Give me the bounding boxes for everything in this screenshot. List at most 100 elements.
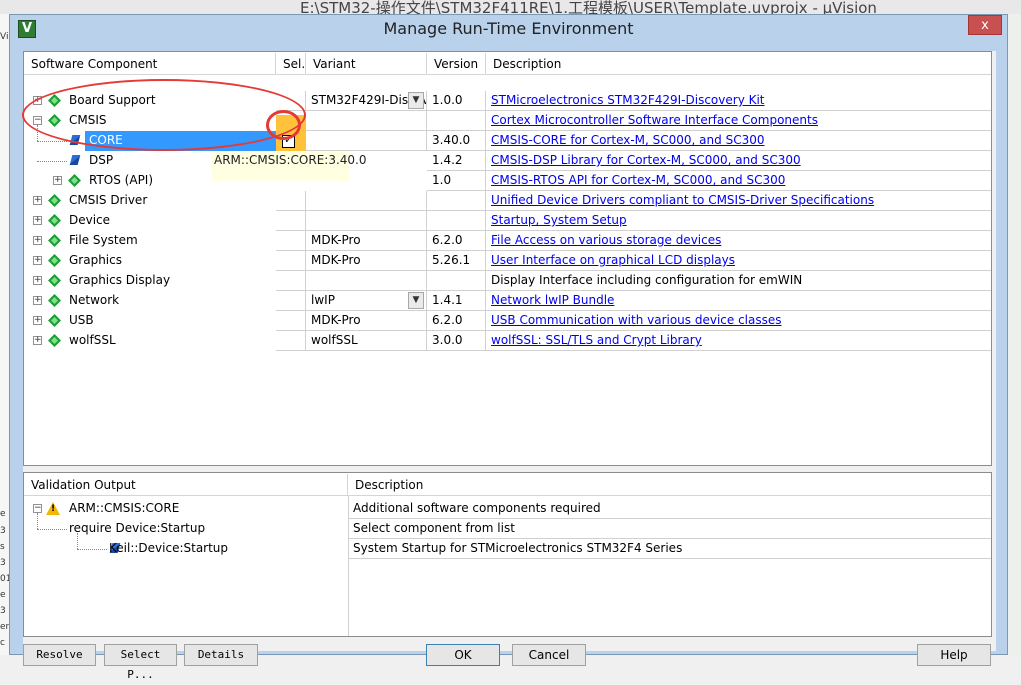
sel-cell: [276, 191, 306, 211]
edge-text: er: [0, 622, 10, 632]
component-gem-icon: [48, 314, 61, 327]
description-link[interactable]: Network lwIP Bundle: [491, 293, 614, 307]
help-button[interactable]: Help: [917, 644, 991, 666]
expand-icon[interactable]: +: [33, 196, 42, 205]
component-row-file-system[interactable]: + File System MDK-Pro 6.2.0 File Access …: [24, 231, 991, 251]
ok-button[interactable]: OK: [426, 644, 500, 666]
variant-cell: MDK-Pro: [306, 251, 427, 271]
variant-cell: [306, 111, 427, 131]
validation-row[interactable]: − ! ARM::CMSIS:CORE Additional software …: [24, 499, 991, 519]
component-gem-icon: [48, 214, 61, 227]
validation-description: Select component from list: [348, 519, 991, 539]
cancel-button[interactable]: Cancel: [512, 644, 586, 666]
dialog-title: Manage Run-Time Environment: [383, 19, 634, 38]
tree-line: [37, 513, 38, 529]
description-cell: CMSIS-DSP Library for Cortex-M, SC000, a…: [486, 151, 991, 171]
component-name: Device: [69, 213, 111, 227]
collapse-icon[interactable]: −: [33, 504, 42, 513]
tree-line: [37, 161, 67, 162]
description-cell: wolfSSL: SSL/TLS and Crypt Library: [486, 331, 991, 351]
edge-text: e: [0, 509, 6, 519]
description-link[interactable]: CMSIS-RTOS API for Cortex-M, SC000, and …: [491, 173, 785, 187]
component-name: Graphics Display: [69, 273, 171, 287]
validation-description: Additional software components required: [348, 499, 991, 519]
edge-text: s: [0, 542, 5, 552]
component-row-graphics-display[interactable]: + Graphics Display Display Interface inc…: [24, 271, 991, 291]
component-gem-icon: [48, 234, 61, 247]
version-cell: [427, 271, 486, 291]
variant-cell: MDK-Pro: [306, 311, 427, 331]
chevron-down-icon[interactable]: ▼: [408, 92, 424, 109]
expand-icon[interactable]: +: [33, 276, 42, 285]
variant-cell: [306, 211, 427, 231]
description-link[interactable]: CMSIS-DSP Library for Cortex-M, SC000, a…: [491, 153, 801, 167]
description-cell: User Interface on graphical LCD displays: [486, 251, 991, 271]
close-icon: x: [981, 18, 989, 33]
component-name: DSP: [89, 153, 114, 167]
column-header-software-component[interactable]: Software Component: [24, 53, 276, 75]
version-cell: 6.2.0: [427, 311, 486, 331]
version-cell: [427, 111, 486, 131]
expand-icon[interactable]: +: [53, 176, 62, 185]
version-cell: 3.0.0: [427, 331, 486, 351]
description-link[interactable]: wolfSSL: SSL/TLS and Crypt Library: [491, 333, 702, 347]
variant-cell: [306, 131, 427, 151]
component-name: Network: [69, 293, 120, 307]
expand-icon[interactable]: +: [33, 256, 42, 265]
description-link[interactable]: CMSIS-CORE for Cortex-M, SC000, and SC30…: [491, 133, 764, 147]
component-row-rtos-api[interactable]: + RTOS (API) 1.0 CMSIS-RTOS API for Cort…: [24, 171, 991, 191]
expand-icon[interactable]: +: [33, 296, 42, 305]
validation-description: System Startup for STMicroelectronics ST…: [348, 539, 991, 559]
version-cell: [427, 211, 486, 231]
column-header-validation-description[interactable]: Description: [348, 474, 991, 496]
tree-line: [37, 141, 67, 142]
version-cell: 1.0.0: [427, 91, 486, 111]
description-link[interactable]: Cortex Microcontroller Software Interfac…: [491, 113, 818, 127]
sel-cell: [276, 331, 306, 351]
component-row-graphics[interactable]: + Graphics MDK-Pro 5.26.1 User Interface…: [24, 251, 991, 271]
component-name: USB: [69, 313, 94, 327]
annotation-ellipse: [22, 79, 306, 151]
variant-combo[interactable]: STM32F429I-Discov ▼: [306, 91, 427, 111]
resolve-button[interactable]: Resolve: [23, 644, 96, 666]
variant-cell: [306, 271, 427, 291]
sel-cell: [276, 271, 306, 291]
expand-icon[interactable]: +: [33, 216, 42, 225]
variant-combo[interactable]: lwIP ▼: [306, 291, 427, 311]
variant-cell: [306, 191, 427, 211]
component-row-dsp[interactable]: DSP 1.4.2 CMSIS-DSP Library for Cortex-M…: [24, 151, 991, 171]
validation-row[interactable]: Keil::Device:Startup System Startup for …: [24, 533, 991, 559]
edge-text: e: [0, 590, 6, 600]
expand-icon[interactable]: +: [33, 236, 42, 245]
close-button[interactable]: x: [968, 15, 1002, 35]
component-name: RTOS (API): [89, 173, 154, 187]
component-row-cmsis-driver[interactable]: + CMSIS Driver Unified Device Drivers co…: [24, 191, 991, 211]
column-header-variant[interactable]: Variant: [306, 53, 427, 75]
version-cell: 3.40.0: [427, 131, 486, 151]
select-packs-button[interactable]: Select P...: [104, 644, 177, 681]
annotation-circle: [266, 110, 301, 140]
description-link[interactable]: File Access on various storage devices: [491, 233, 721, 247]
tree-line: [37, 529, 67, 530]
description-link[interactable]: STMicroelectronics STM32F429I-Discovery …: [491, 93, 765, 107]
column-header-validation-output[interactable]: Validation Output: [24, 474, 348, 496]
version-cell: 1.4.1: [427, 291, 486, 311]
component-row-wolfssl[interactable]: + wolfSSL wolfSSL 3.0.0 wolfSSL: SSL/TLS…: [24, 331, 991, 351]
description-cell: Display Interface including configuratio…: [486, 271, 991, 291]
column-header-sel[interactable]: Sel.: [276, 53, 306, 75]
chevron-down-icon[interactable]: ▼: [408, 292, 424, 309]
component-row-usb[interactable]: + USB MDK-Pro 6.2.0 USB Communication wi…: [24, 311, 991, 331]
description-link[interactable]: Unified Device Drivers compliant to CMSI…: [491, 193, 874, 207]
column-header-description[interactable]: Description: [486, 53, 991, 75]
description-link[interactable]: USB Communication with various device cl…: [491, 313, 782, 327]
edge-text: 3: [0, 526, 6, 536]
expand-icon[interactable]: +: [33, 336, 42, 345]
description-link[interactable]: User Interface on graphical LCD displays: [491, 253, 735, 267]
expand-icon[interactable]: +: [33, 316, 42, 325]
component-row-network[interactable]: + Network lwIP ▼ 1.4.1 Network lwIP Bundl…: [24, 291, 991, 311]
description-link[interactable]: Startup, System Setup: [491, 213, 627, 227]
component-row-device[interactable]: + Device Startup, System Setup: [24, 211, 991, 231]
validation-row[interactable]: require Device:Startup Select component …: [24, 513, 991, 539]
details-button[interactable]: Details: [184, 644, 258, 666]
column-header-version[interactable]: Version: [427, 53, 486, 75]
